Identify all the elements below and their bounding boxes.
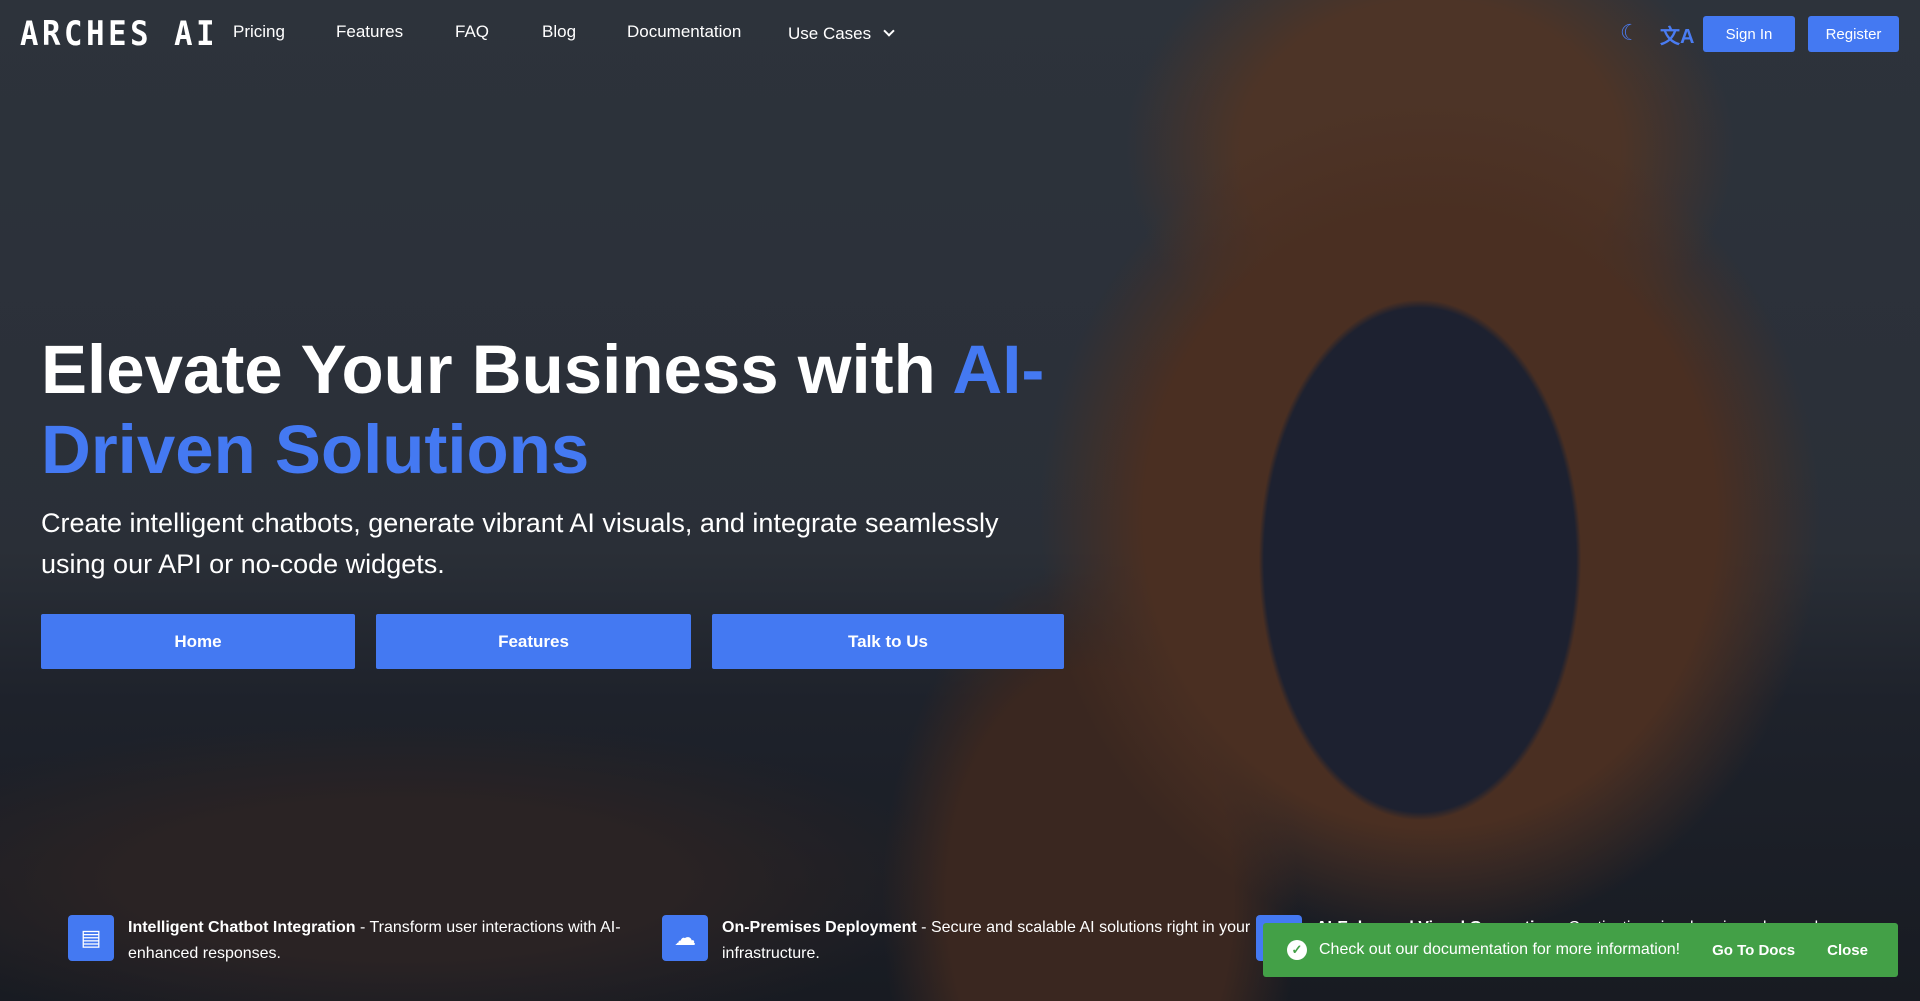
chat-icon: ▤ xyxy=(68,915,114,961)
register-button[interactable]: Register xyxy=(1808,16,1899,52)
logo[interactable]: ARCHES AI xyxy=(20,14,218,54)
feature-item: ▤ Intelligent Chatbot Integration - Tran… xyxy=(68,915,658,967)
nav-pricing[interactable]: Pricing xyxy=(233,22,285,42)
cloud-off-icon: ☁ xyxy=(662,915,708,961)
go-to-docs-button[interactable]: Go To Docs xyxy=(1712,942,1795,959)
check-circle-icon: ✓ xyxy=(1287,940,1307,960)
nav-blog[interactable]: Blog xyxy=(542,22,576,42)
nav-documentation[interactable]: Documentation xyxy=(627,22,741,42)
feature-title: Intelligent Chatbot Integration xyxy=(128,919,356,936)
feature-item: ☁ On-Premises Deployment - Secure and sc… xyxy=(662,915,1252,967)
translate-icon[interactable]: 文A xyxy=(1660,20,1694,49)
top-navbar: ARCHES AI Pricing Features FAQ Blog Docu… xyxy=(0,0,1920,68)
title-white: Elevate Your Business with xyxy=(41,331,953,408)
toast-message: Check out our documentation for more inf… xyxy=(1319,941,1681,958)
feature-title: On-Premises Deployment xyxy=(722,919,917,936)
talk-to-us-button[interactable]: Talk to Us xyxy=(712,614,1064,669)
nav-use-cases-dropdown[interactable]: Use Cases xyxy=(788,24,895,44)
hero-subtitle: Create intelligent chatbots, generate vi… xyxy=(41,508,999,579)
close-toast-button[interactable]: Close xyxy=(1827,942,1868,959)
nav-features[interactable]: Features xyxy=(336,22,403,42)
hero-background-image xyxy=(0,0,1920,1001)
hero-title: Elevate Your Business with AI-Driven Sol… xyxy=(41,330,1081,490)
chevron-down-icon xyxy=(883,25,895,37)
use-cases-label: Use Cases xyxy=(788,24,872,43)
moon-icon[interactable]: ☾ xyxy=(1620,20,1640,46)
docs-toast: ✓ Check out our documentation for more i… xyxy=(1263,923,1898,977)
sign-in-button[interactable]: Sign In xyxy=(1703,16,1795,52)
features-button[interactable]: Features xyxy=(376,614,691,669)
nav-faq[interactable]: FAQ xyxy=(455,22,489,42)
home-button[interactable]: Home xyxy=(41,614,355,669)
